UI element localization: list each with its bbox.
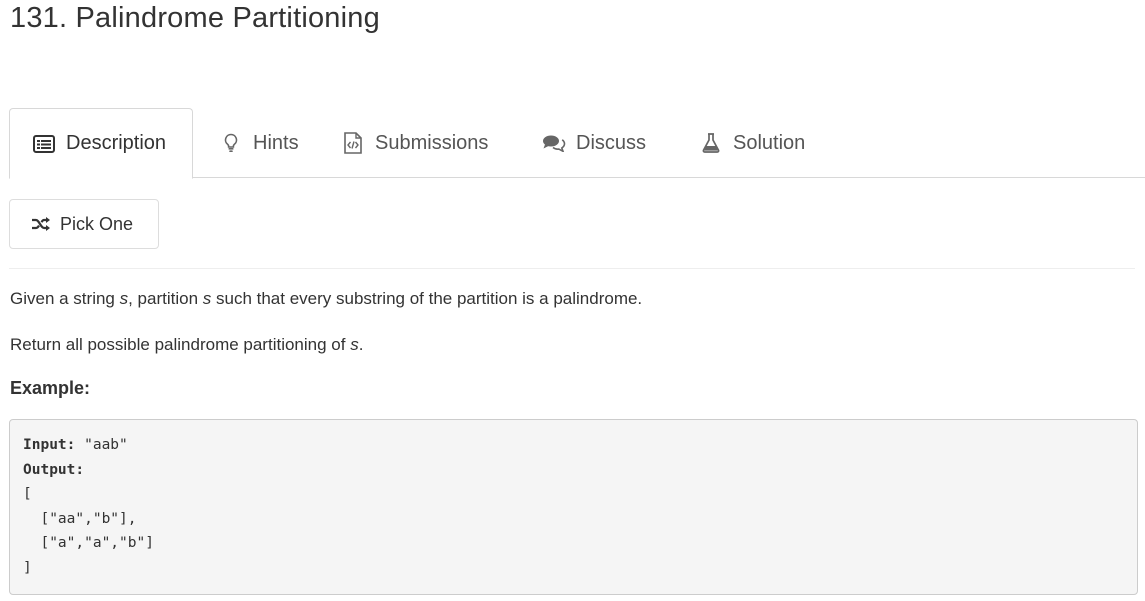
tab-label: Solution	[733, 131, 806, 154]
tab-label: Description	[66, 132, 167, 154]
output-line: ["a","a","b"]	[23, 535, 154, 551]
lightbulb-icon	[219, 131, 243, 155]
example-heading: Example:	[10, 378, 91, 398]
comments-icon	[542, 131, 566, 155]
output-line: ["aa","b"],	[23, 510, 137, 527]
tab-solution[interactable]: Solution	[699, 108, 805, 178]
tab-bar: Description Hints Submissions Discuss So…	[9, 108, 1145, 179]
output-line: ]	[23, 559, 32, 576]
code-file-icon	[341, 131, 365, 155]
tab-hints[interactable]: Hints	[219, 108, 299, 178]
tab-discuss[interactable]: Discuss	[542, 108, 646, 178]
flask-icon	[699, 131, 723, 155]
divider	[9, 268, 1135, 269]
input-value: "aab"	[75, 437, 128, 453]
description-paragraph-2: Return all possible palindrome partition…	[10, 335, 364, 354]
shuffle-icon	[31, 217, 51, 231]
output-label: Output:	[23, 461, 85, 478]
page-title: 131. Palindrome Partitioning	[10, 2, 380, 34]
tab-label: Discuss	[576, 131, 647, 154]
tab-label: Submissions	[375, 131, 489, 154]
output-line: [	[23, 486, 32, 502]
description-paragraph-1: Given a string s, partition s such that …	[10, 289, 643, 308]
tab-submissions[interactable]: Submissions	[341, 108, 488, 178]
example-code-block: Input: "aab" Output: [ ["aa","b"], ["a",…	[9, 419, 1138, 595]
pick-one-button[interactable]: Pick One	[9, 199, 159, 249]
pick-one-label: Pick One	[60, 213, 134, 234]
tab-description[interactable]: Description	[9, 108, 193, 179]
tab-label: Hints	[253, 131, 299, 154]
list-alt-icon	[32, 132, 56, 156]
input-label: Input:	[23, 437, 76, 453]
